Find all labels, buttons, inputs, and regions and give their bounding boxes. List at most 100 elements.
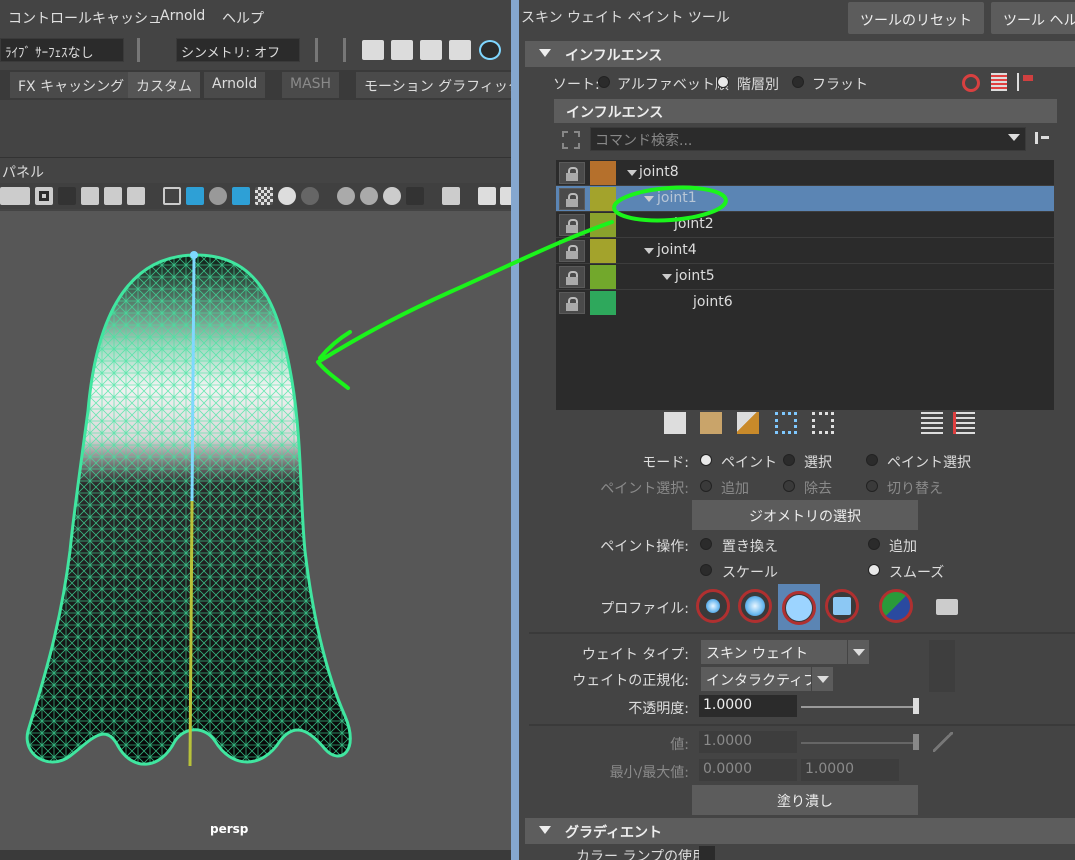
value-slider[interactable] [801, 742, 919, 744]
lock-icon[interactable] [559, 240, 585, 262]
expand-triangle-icon[interactable] [627, 170, 637, 176]
joint-bone-upper[interactable] [190, 254, 196, 502]
eye-render-icon[interactable] [362, 40, 384, 60]
safe-action-icon[interactable] [104, 187, 122, 205]
gradient-section-header[interactable]: グラディエント [525, 818, 1075, 844]
joint-color-swatch[interactable] [590, 213, 616, 237]
chevron-down-icon[interactable] [811, 667, 833, 691]
joint-head[interactable] [190, 251, 198, 259]
profile-gaussian-icon[interactable] [696, 589, 730, 623]
joint-color-swatch[interactable] [590, 161, 616, 185]
color-ramp-checkbox[interactable] [699, 846, 715, 860]
hierarchy-list-icon[interactable] [991, 73, 1007, 91]
menu-cache[interactable]: キャッシュ [92, 8, 162, 28]
tool-help-button[interactable]: ツール ヘル [991, 2, 1075, 34]
field-chart-icon[interactable] [81, 187, 99, 205]
chevron-down-icon[interactable] [847, 640, 869, 664]
hypershade-icon[interactable] [479, 40, 501, 60]
paint-op-add-radio[interactable] [868, 538, 880, 550]
expand-tree-icon[interactable] [953, 412, 975, 434]
profile-solid-icon[interactable] [782, 591, 816, 625]
normalize-dropdown[interactable]: インタラクティブ [701, 667, 817, 691]
sort-flat-radio[interactable] [792, 76, 804, 88]
sort-hierarchy-radio[interactable] [717, 76, 729, 88]
search-dropdown-icon[interactable] [1008, 134, 1020, 141]
copy-weights-icon[interactable] [664, 412, 686, 434]
profile-image-icon[interactable] [879, 589, 913, 623]
render-settings-icon[interactable] [449, 40, 471, 60]
flag-icon[interactable] [1017, 73, 1033, 91]
select-influence-icon[interactable] [812, 412, 834, 434]
profile-square-icon[interactable] [825, 589, 859, 623]
opacity-slider-handle[interactable] [913, 698, 919, 714]
collapse-tree-icon[interactable] [921, 412, 943, 434]
magnet-icon[interactable] [962, 74, 980, 92]
tab-custom[interactable]: カスタム [128, 72, 200, 98]
influence-search-input[interactable]: コマンド検索... [590, 127, 1026, 151]
lock-icon[interactable] [559, 266, 585, 288]
lock-icon[interactable] [559, 214, 585, 236]
textured-icon[interactable] [209, 187, 227, 205]
clapper-icon[interactable] [391, 40, 413, 60]
joint-color-swatch[interactable] [590, 187, 616, 211]
film-gate-icon[interactable] [12, 187, 30, 205]
filter-icon[interactable] [562, 131, 580, 149]
tree-row-joint2[interactable]: joint2 [556, 212, 1054, 238]
folder-icon[interactable] [936, 599, 958, 615]
aa-icon[interactable] [383, 187, 401, 205]
live-surface-field[interactable]: ﾗｲﾌﾞ ｻｰﾌｪｽなし [0, 38, 124, 62]
expand-triangle-icon[interactable] [662, 274, 672, 280]
wire-on-shaded-icon[interactable] [232, 187, 250, 205]
max-value-field[interactable]: 1.0000 [801, 759, 899, 781]
pin-icon[interactable] [1035, 132, 1049, 144]
joint-color-swatch[interactable] [590, 291, 616, 315]
expand-triangle-icon[interactable] [644, 196, 654, 202]
expand-triangle-icon[interactable] [644, 248, 654, 254]
menu-control[interactable]: コントロール [8, 8, 92, 28]
ao-icon[interactable] [337, 187, 355, 205]
menu-arnold[interactable]: Arnold [160, 8, 205, 24]
select-verts-icon[interactable] [775, 412, 797, 434]
profile-soft-icon[interactable] [738, 589, 772, 623]
hammer-icon[interactable] [737, 412, 759, 434]
mode-paint-radio[interactable] [700, 454, 712, 466]
shaded-cube-icon[interactable] [186, 187, 204, 205]
tab-arnold[interactable]: Arnold [204, 72, 266, 98]
opacity-slider[interactable] [801, 706, 919, 708]
checker-icon[interactable] [255, 187, 273, 205]
sort-alpha-radio[interactable] [598, 76, 610, 88]
joint-bone-lower[interactable] [188, 500, 194, 767]
select-geometry-button[interactable]: ジオメトリの選択 [692, 500, 918, 530]
ipr-icon[interactable] [420, 40, 442, 60]
mode-paint-select-radio[interactable] [866, 454, 878, 466]
eyedropper-icon[interactable] [933, 732, 953, 752]
lock-icon[interactable] [559, 188, 585, 210]
shadow-icon[interactable] [301, 187, 319, 205]
value-field[interactable]: 1.0000 [699, 731, 797, 753]
panel-splitter[interactable] [511, 0, 519, 860]
influence-section-header[interactable]: インフルエンス [525, 41, 1075, 67]
menu-help[interactable]: ヘルプ [222, 8, 264, 28]
mode-select-radio[interactable] [783, 454, 795, 466]
lock-icon[interactable] [559, 162, 585, 184]
symmetry-field[interactable]: シンメトリ: オフ [176, 38, 300, 62]
paint-op-smooth-radio[interactable] [868, 564, 880, 576]
tree-row-joint6[interactable]: joint6 [556, 290, 1054, 316]
resolution-gate-icon[interactable] [35, 187, 53, 205]
paint-op-replace-radio[interactable] [700, 538, 712, 550]
xray-icon[interactable] [442, 187, 460, 205]
light-icon[interactable] [278, 187, 296, 205]
flood-button[interactable]: 塗り潰し [692, 785, 918, 815]
lock-icon[interactable] [559, 292, 585, 314]
tab-mash[interactable]: MASH [282, 72, 340, 98]
panel-menu[interactable]: パネル [0, 160, 511, 182]
tree-row-joint8[interactable]: joint8 [556, 160, 1054, 186]
joint-color-swatch[interactable] [590, 265, 616, 289]
wireframe-cube-icon[interactable] [163, 187, 181, 205]
paint-select-add-radio[interactable] [700, 480, 712, 492]
paint-select-remove-radio[interactable] [783, 480, 795, 492]
paint-select-toggle-radio[interactable] [866, 480, 878, 492]
persp-viewport[interactable]: persp [0, 211, 511, 850]
motion-blur-icon[interactable] [360, 187, 378, 205]
tree-row-joint4[interactable]: joint4 [556, 238, 1054, 264]
